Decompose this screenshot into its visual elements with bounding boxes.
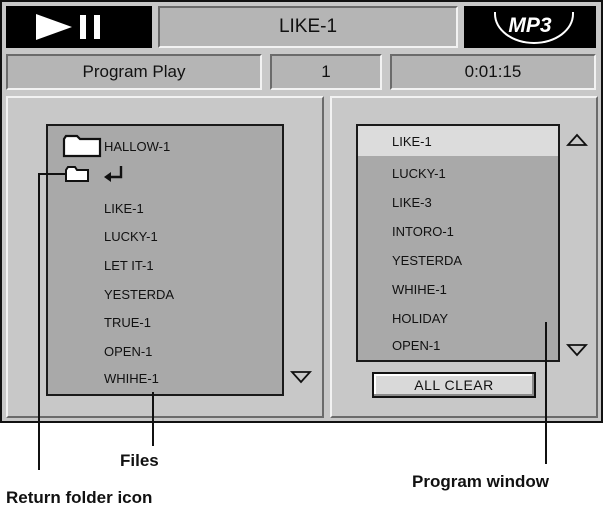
play-pause-icon [36,14,100,40]
program-scroll-down-icon[interactable] [566,343,588,357]
elapsed-time-display: 0:01:15 [390,54,596,90]
track-number: 1 [321,62,331,81]
return-folder-callout-label: Return folder icon [6,488,153,507]
program-item[interactable]: LIKE-3 [392,195,432,210]
program-item[interactable]: HOLIDAY [392,311,448,326]
elapsed-time: 0:01:15 [464,62,522,81]
file-item[interactable]: LUCKY-1 [104,229,158,244]
files-callout-line [152,392,154,446]
play-mode-display: Program Play [6,54,262,90]
track-number-display: 1 [270,54,382,90]
program-scroll-up-icon[interactable] [566,133,588,147]
file-item[interactable]: TRUE-1 [104,315,151,330]
track-title: LIKE-1 [278,16,338,37]
return-arrow-icon[interactable] [102,164,126,184]
program-item[interactable]: LIKE-1 [392,134,432,149]
return-folder-icon[interactable] [64,165,90,183]
program-window-callout-label: Program window [412,472,549,491]
file-item[interactable]: LET IT-1 [104,258,154,273]
return-folder-callout-line [38,174,40,470]
track-title-display: LIKE-1 [158,6,458,48]
mp3-badge-label: MP3 [508,14,552,37]
play-pause-button[interactable] [6,6,152,48]
program-item[interactable]: YESTERDA [392,253,462,268]
file-item[interactable]: WHIHE-1 [104,371,159,386]
folder-icon[interactable] [62,134,102,158]
files-scroll-down-icon[interactable] [290,370,312,384]
file-item[interactable]: OPEN-1 [104,344,152,359]
return-folder-callout-tick [38,173,66,175]
program-list [356,124,560,362]
file-item[interactable]: LIKE-1 [104,201,144,216]
file-item[interactable]: YESTERDA [104,287,174,302]
folder-name[interactable]: HALLOW-1 [104,139,170,154]
program-window-callout-line [545,322,547,464]
program-item[interactable]: LUCKY-1 [392,166,446,181]
files-callout-label: Files [120,451,159,470]
all-clear-button[interactable]: ALL CLEAR [372,372,536,398]
play-mode: Program Play [82,62,186,81]
program-item[interactable]: OPEN-1 [392,338,440,353]
program-item[interactable]: INTORO-1 [392,224,454,239]
all-clear-label: ALL CLEAR [414,377,494,393]
program-item[interactable]: WHIHE-1 [392,282,447,297]
mp3-format-badge: MP3 [464,6,596,48]
program-selected-row[interactable] [358,126,558,156]
